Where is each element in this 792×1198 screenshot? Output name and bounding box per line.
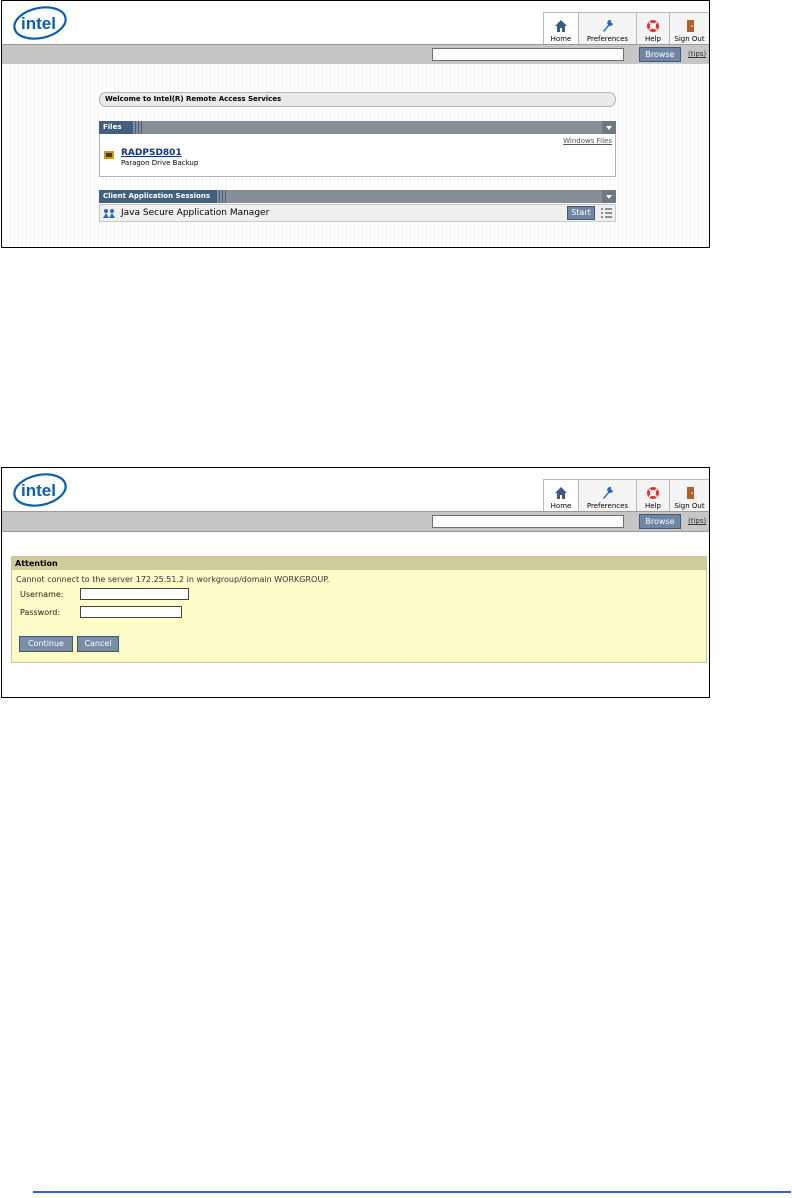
nav-help[interactable]: Help	[636, 479, 669, 511]
file-share-description: Paragon Drive Backup	[121, 159, 199, 167]
files-panel-header: Files	[99, 121, 616, 134]
wrench-icon	[602, 486, 613, 499]
door-icon	[686, 487, 694, 499]
browse-toolbar: Browse (tips)	[2, 44, 709, 65]
intel-logo: intel	[13, 6, 67, 40]
nav-home[interactable]: Home	[543, 12, 578, 44]
nav-home-label: Home	[550, 35, 572, 43]
nav-preferences-label: Preferences	[586, 35, 629, 43]
browse-toolbar: Browse (tips)	[2, 511, 709, 532]
svg-text:intel: intel	[21, 481, 56, 500]
attention-title: Attention	[12, 557, 706, 570]
browse-url-input[interactable]	[432, 515, 624, 528]
top-bar: intel Home Preferences Help Sign Out	[2, 1, 709, 44]
nav-help[interactable]: Help	[636, 12, 669, 44]
files-panel-title: Files	[99, 121, 132, 134]
files-panel-body: Windows Files RADPSD801 Paragon Drive Ba…	[99, 134, 616, 177]
browse-button[interactable]: Browse	[639, 514, 681, 529]
lifebuoy-icon	[647, 20, 659, 32]
start-button[interactable]: Start	[567, 206, 595, 220]
panel-divider	[132, 121, 142, 134]
page-footer-rule	[33, 1191, 791, 1193]
cancel-button[interactable]: Cancel	[77, 636, 119, 652]
nav-home-label: Home	[550, 502, 572, 510]
attention-message: Cannot connect to the server 172.25.51.2…	[16, 575, 330, 584]
main-nav: Home Preferences Help Sign Out	[543, 12, 709, 44]
username-field[interactable]	[80, 588, 189, 600]
list-icon[interactable]	[601, 208, 612, 218]
folder-icon	[104, 151, 114, 159]
door-icon	[686, 20, 694, 32]
nav-help-label: Help	[645, 35, 661, 43]
file-share-link[interactable]: RADPSD801	[121, 148, 182, 158]
jsam-label: Java Secure Application Manager	[121, 208, 270, 218]
sessions-panel-header: Client Application Sessions	[99, 190, 616, 203]
username-label: Username:	[20, 590, 64, 599]
lifebuoy-icon	[647, 487, 659, 499]
nav-sign-out[interactable]: Sign Out	[669, 12, 709, 44]
sessions-panel-title: Client Application Sessions	[99, 190, 216, 203]
home-icon	[555, 20, 567, 32]
attention-panel: Attention Cannot connect to the server 1…	[11, 556, 707, 663]
jsam-row: Java Secure Application Manager Start	[99, 204, 616, 222]
screenshot-attention: intel Home Preferences Help Sign Out Bro…	[1, 467, 710, 698]
wrench-icon	[602, 19, 613, 32]
panel-divider	[216, 190, 226, 203]
nav-sign-out-label: Sign Out	[674, 502, 705, 510]
files-collapse-icon[interactable]	[602, 121, 616, 134]
nav-preferences[interactable]: Preferences	[578, 479, 636, 511]
main-nav: Home Preferences Help Sign Out	[543, 479, 709, 511]
nav-home[interactable]: Home	[543, 479, 578, 511]
top-bar: intel Home Preferences Help Sign Out	[2, 468, 709, 511]
password-label: Password:	[20, 608, 61, 617]
browse-button[interactable]: Browse	[639, 47, 681, 62]
nav-preferences[interactable]: Preferences	[578, 12, 636, 44]
nav-help-label: Help	[645, 502, 661, 510]
nav-preferences-label: Preferences	[586, 502, 629, 510]
welcome-banner: Welcome to Intel(R) Remote Access Servic…	[99, 92, 616, 107]
windows-files-link[interactable]: Windows Files	[563, 137, 612, 145]
home-icon	[555, 487, 567, 499]
intel-logo: intel	[13, 473, 67, 507]
browse-url-input[interactable]	[432, 48, 624, 61]
tips-link[interactable]: (tips)	[688, 50, 706, 58]
people-icon	[103, 209, 115, 218]
nav-sign-out[interactable]: Sign Out	[669, 479, 709, 511]
screenshot-home: intel Home Preferences Help Sign Out Bro…	[1, 0, 710, 248]
password-field[interactable]	[80, 606, 182, 618]
tips-link[interactable]: (tips)	[688, 517, 706, 525]
svg-text:intel: intel	[21, 14, 56, 33]
nav-sign-out-label: Sign Out	[674, 35, 705, 43]
continue-button[interactable]: Continue	[19, 636, 73, 652]
sessions-collapse-icon[interactable]	[602, 190, 616, 203]
